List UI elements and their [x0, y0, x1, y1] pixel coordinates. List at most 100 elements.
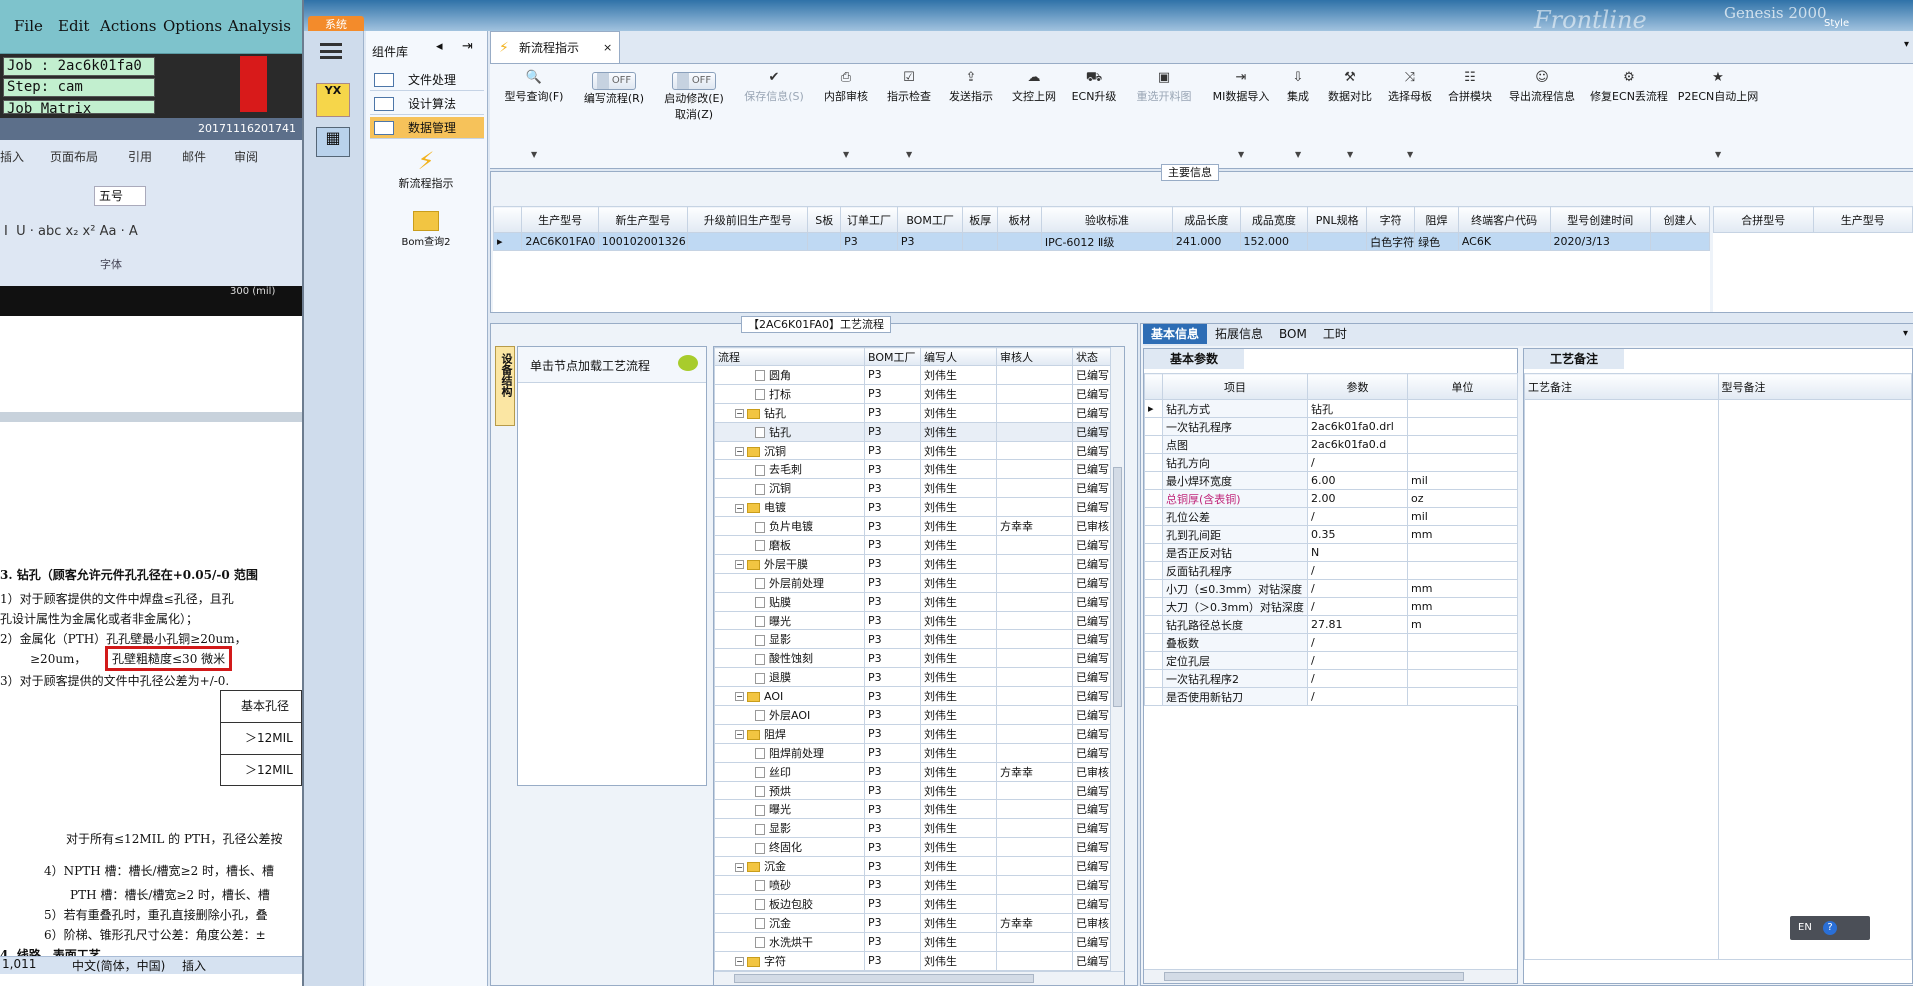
word-tab-insert[interactable]: 插入	[0, 148, 24, 165]
menu-analysis[interactable]: Analysis	[228, 17, 291, 35]
toolbar-button[interactable]: ⤨ 选择母板 ▼	[1380, 64, 1440, 168]
tree-row[interactable]: 外层前处理 P3 刘伟生 已编写	[714, 572, 1113, 593]
tree-row[interactable]: 外层AOI P3 刘伟生 已编写	[714, 705, 1113, 725]
calculator-icon[interactable]: ▦	[316, 127, 350, 157]
tree-row[interactable]: 打标 P3 刘伟生 已编写	[714, 383, 1113, 404]
col-header[interactable]: 编写人	[920, 347, 997, 366]
main-cell[interactable]: 10010200132610	[597, 232, 689, 251]
chevron-down-icon[interactable]: ▼	[531, 150, 537, 159]
detail-tab[interactable]: 工时	[1315, 324, 1355, 344]
main-cell[interactable]: 绿色	[1414, 232, 1459, 251]
detail-tab[interactable]: 基本信息	[1143, 324, 1208, 344]
chevron-down-icon[interactable]: ▼	[843, 150, 849, 159]
col-header[interactable]: 型号创建时间	[1549, 206, 1651, 233]
col-header[interactable]: 订单工厂	[840, 206, 898, 233]
toolbar-button[interactable]: ☁ 文控上网	[1002, 64, 1066, 168]
toggle-switch[interactable]: OFF	[592, 72, 636, 90]
tree-row[interactable]: − 阻焊 P3 刘伟生 已编写	[714, 723, 1113, 744]
toolbar-button[interactable]: OFF 编写流程(R)	[574, 64, 654, 168]
toolbar-button[interactable]: ⎙ 内部审核 ▼	[814, 64, 878, 168]
collapse-icon[interactable]: −	[735, 447, 744, 456]
col-header[interactable]: 创建人	[1649, 206, 1710, 233]
col-header[interactable]: 验收标准	[1040, 206, 1173, 233]
collapse-icon[interactable]: −	[735, 692, 744, 702]
doc-tab[interactable]: ⚡ 新流程指示 ×	[490, 31, 620, 63]
word-tab-ref[interactable]: 引用	[128, 148, 152, 165]
col-header[interactable]: 生产型号	[521, 206, 599, 233]
col-header[interactable]: 板材	[997, 206, 1042, 233]
param-row[interactable]: 小刀（≤0.3mm）对钻深度 / mm	[1144, 579, 1518, 598]
param-value[interactable]: /	[1307, 579, 1408, 598]
param-value[interactable]: /	[1307, 687, 1408, 706]
tree-row[interactable]: 丝印 P3 刘伟生 方幸幸 已审核	[714, 761, 1113, 782]
tree-row[interactable]: 贴膜 P3 刘伟生 已编写	[714, 591, 1113, 612]
tree-row[interactable]: 曝光 P3 刘伟生 已编写	[714, 799, 1113, 820]
param-row[interactable]: 是否正反对钻 N	[1144, 543, 1518, 562]
yx-tool-icon[interactable]: YX	[316, 83, 350, 117]
col-header[interactable]: 升级前旧生产型号	[687, 206, 809, 233]
chevron-down-icon[interactable]: ▼	[1295, 150, 1301, 159]
tree-hscroll[interactable]	[714, 971, 1124, 985]
help-icon[interactable]: ?	[1823, 921, 1837, 935]
toolbar-button[interactable]: ☑ 指示检查 ▼	[878, 64, 940, 168]
tree-row[interactable]: 预烘 P3 刘伟生 已编写	[714, 780, 1113, 801]
toolbar-button[interactable]: OFF 启动修改(E) 取消(Z)	[654, 64, 734, 168]
toolbar-button[interactable]: ⚒ 数据对比 ▼	[1320, 64, 1380, 168]
main-cell[interactable]: 白色字符	[1366, 232, 1416, 251]
ime-bar[interactable]: EN ?	[1790, 916, 1870, 940]
main-cell[interactable]	[807, 232, 842, 251]
toolbar-button[interactable]: ⇪ 发送指示	[940, 64, 1002, 168]
toolbar-button[interactable]: ▣ 重选开料图	[1122, 64, 1206, 168]
toolbar-button[interactable]: 🔍 型号查询(F) ▼	[494, 64, 574, 168]
tree-row[interactable]: − 钻孔 P3 刘伟生 已编写	[714, 402, 1113, 423]
param-value[interactable]: /	[1307, 633, 1408, 652]
tree-row[interactable]: − 沉金 P3 刘伟生 已编写	[714, 856, 1113, 877]
tree-row[interactable]: 沉铜 P3 刘伟生 已编写	[714, 478, 1113, 499]
param-row[interactable]: 钻孔路径总长度 27.81 m	[1144, 615, 1518, 634]
pin-icon[interactable]: ⇥	[462, 39, 473, 54]
tree-row[interactable]: − 电镀 P3 刘伟生 已编写	[714, 497, 1113, 518]
toolbar-button[interactable]: ☺ 导出流程信息	[1500, 64, 1584, 168]
col-header[interactable]: 阻焊	[1414, 206, 1459, 233]
detail-tab[interactable]: 拓展信息	[1207, 324, 1271, 344]
tree-row[interactable]: 显影 P3 刘伟生 已编写	[714, 629, 1113, 650]
param-row[interactable]: 定位孔层 /	[1144, 651, 1518, 670]
tree-row[interactable]: − 字符 P3 刘伟生 已编写	[714, 950, 1113, 971]
param-value[interactable]: 2.00	[1307, 489, 1408, 508]
col-header[interactable]: 工艺备注	[1524, 373, 1719, 400]
toolbar-button[interactable]: ★ P2ECN自动上网 ▼	[1674, 64, 1762, 168]
col-header[interactable]: 型号备注	[1717, 373, 1912, 400]
param-value[interactable]: 6.00	[1307, 471, 1408, 490]
param-row[interactable]: 大刀（＞0.3mm）对钻深度 / mm	[1144, 597, 1518, 616]
tree-row[interactable]: 终固化 P3 刘伟生 已编写	[714, 837, 1113, 858]
hamburger-icon[interactable]	[320, 43, 342, 59]
param-value[interactable]: 27.81	[1307, 615, 1408, 634]
collapse-icon[interactable]: ◂	[436, 39, 443, 54]
main-cell[interactable]: 152.000	[1239, 232, 1309, 251]
basic-params-tab[interactable]: 基本参数	[1144, 349, 1244, 369]
toolbar-button[interactable]: ⇩ 集成 ▼	[1276, 64, 1320, 168]
param-row[interactable]: 是否使用新钻刀 /	[1144, 687, 1518, 706]
main-cell[interactable]: P3	[896, 232, 964, 251]
main-cell[interactable]: P3	[840, 232, 898, 251]
param-row[interactable]: 一次钻孔程序 2ac6k01fa0.drl	[1144, 417, 1518, 436]
toolbar-button[interactable]: ⚙ 修复ECN丢流程	[1584, 64, 1674, 168]
tree-row[interactable]: 酸性蚀刻 P3 刘伟生 已编写	[714, 648, 1113, 669]
main-cell[interactable]: 241.000	[1171, 232, 1241, 251]
chevron-down-icon[interactable]: ▼	[1347, 150, 1353, 159]
param-row[interactable]: 点图 2ac6k01fa0.d	[1144, 435, 1518, 454]
param-value[interactable]: /	[1307, 507, 1408, 526]
chevron-down-icon[interactable]: ▼	[1238, 150, 1244, 159]
tool-new-flow[interactable]: ⚡ 新流程指示	[366, 147, 486, 191]
detail-menu-icon[interactable]: ▾	[1903, 328, 1908, 339]
main-cell[interactable]: 2AC6K01FA0	[521, 232, 599, 251]
col-header[interactable]: 合拼型号	[1713, 206, 1814, 233]
param-value[interactable]: /	[1307, 651, 1408, 670]
menu-edit[interactable]: Edit	[58, 17, 89, 35]
job-matrix[interactable]: Job Matrix	[3, 100, 155, 114]
col-header[interactable]: S板	[807, 206, 842, 233]
col-header[interactable]: 成品宽度	[1239, 206, 1309, 233]
remark-cell[interactable]	[1717, 399, 1912, 960]
tree-vscroll[interactable]	[1110, 347, 1124, 973]
collapse-icon[interactable]: −	[735, 503, 744, 513]
